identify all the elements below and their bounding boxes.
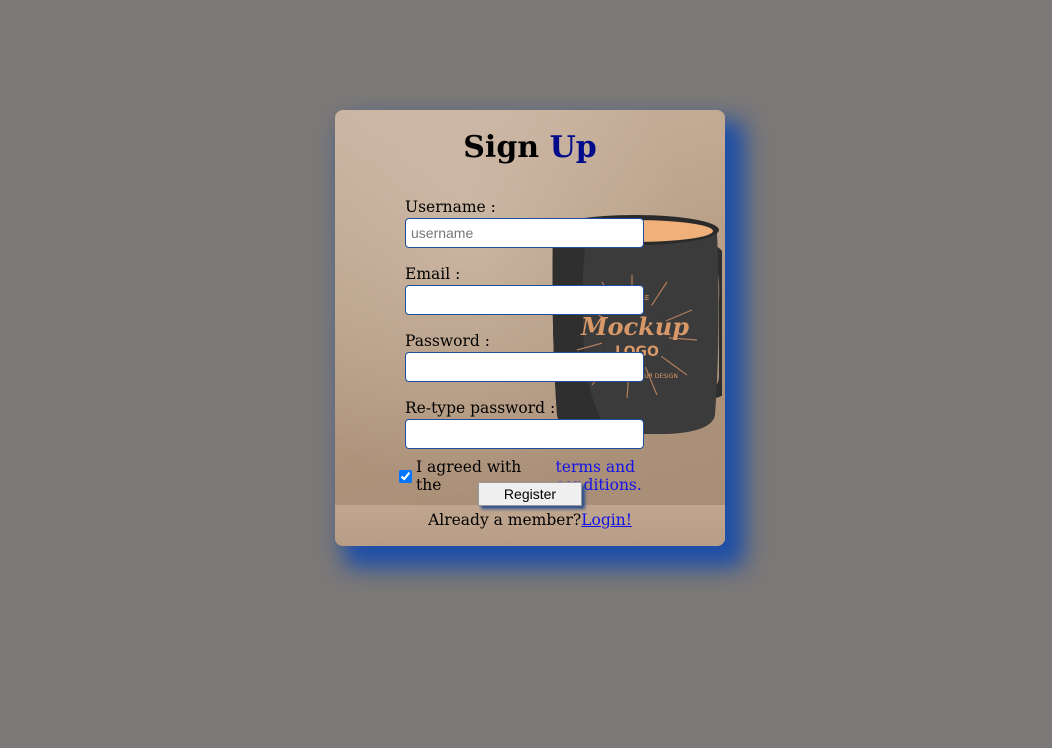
- title-up: Up: [549, 130, 597, 165]
- retype-password-field[interactable]: [405, 419, 644, 449]
- terms-checkbox[interactable]: [399, 469, 412, 483]
- username-label: Username :: [405, 198, 496, 216]
- password-label: Password :: [405, 332, 490, 350]
- svg-text:Mockup: Mockup: [580, 312, 689, 341]
- member-text: Already a member?: [428, 511, 582, 529]
- register-button[interactable]: Register: [478, 482, 582, 506]
- page-title: Sign Up: [335, 130, 725, 165]
- signup-card: Mockup LOGO PLE YOUR DESIGN Sign Up User…: [335, 110, 725, 546]
- retype-password-label: Re-type password :: [405, 399, 556, 417]
- email-field[interactable]: [405, 285, 644, 315]
- email-label: Email :: [405, 265, 461, 283]
- title-sign: Sign: [463, 130, 540, 165]
- login-prompt: Already a member?Login!: [335, 511, 725, 529]
- username-field[interactable]: [405, 218, 644, 248]
- password-field[interactable]: [405, 352, 644, 382]
- login-link[interactable]: Login!: [581, 511, 632, 529]
